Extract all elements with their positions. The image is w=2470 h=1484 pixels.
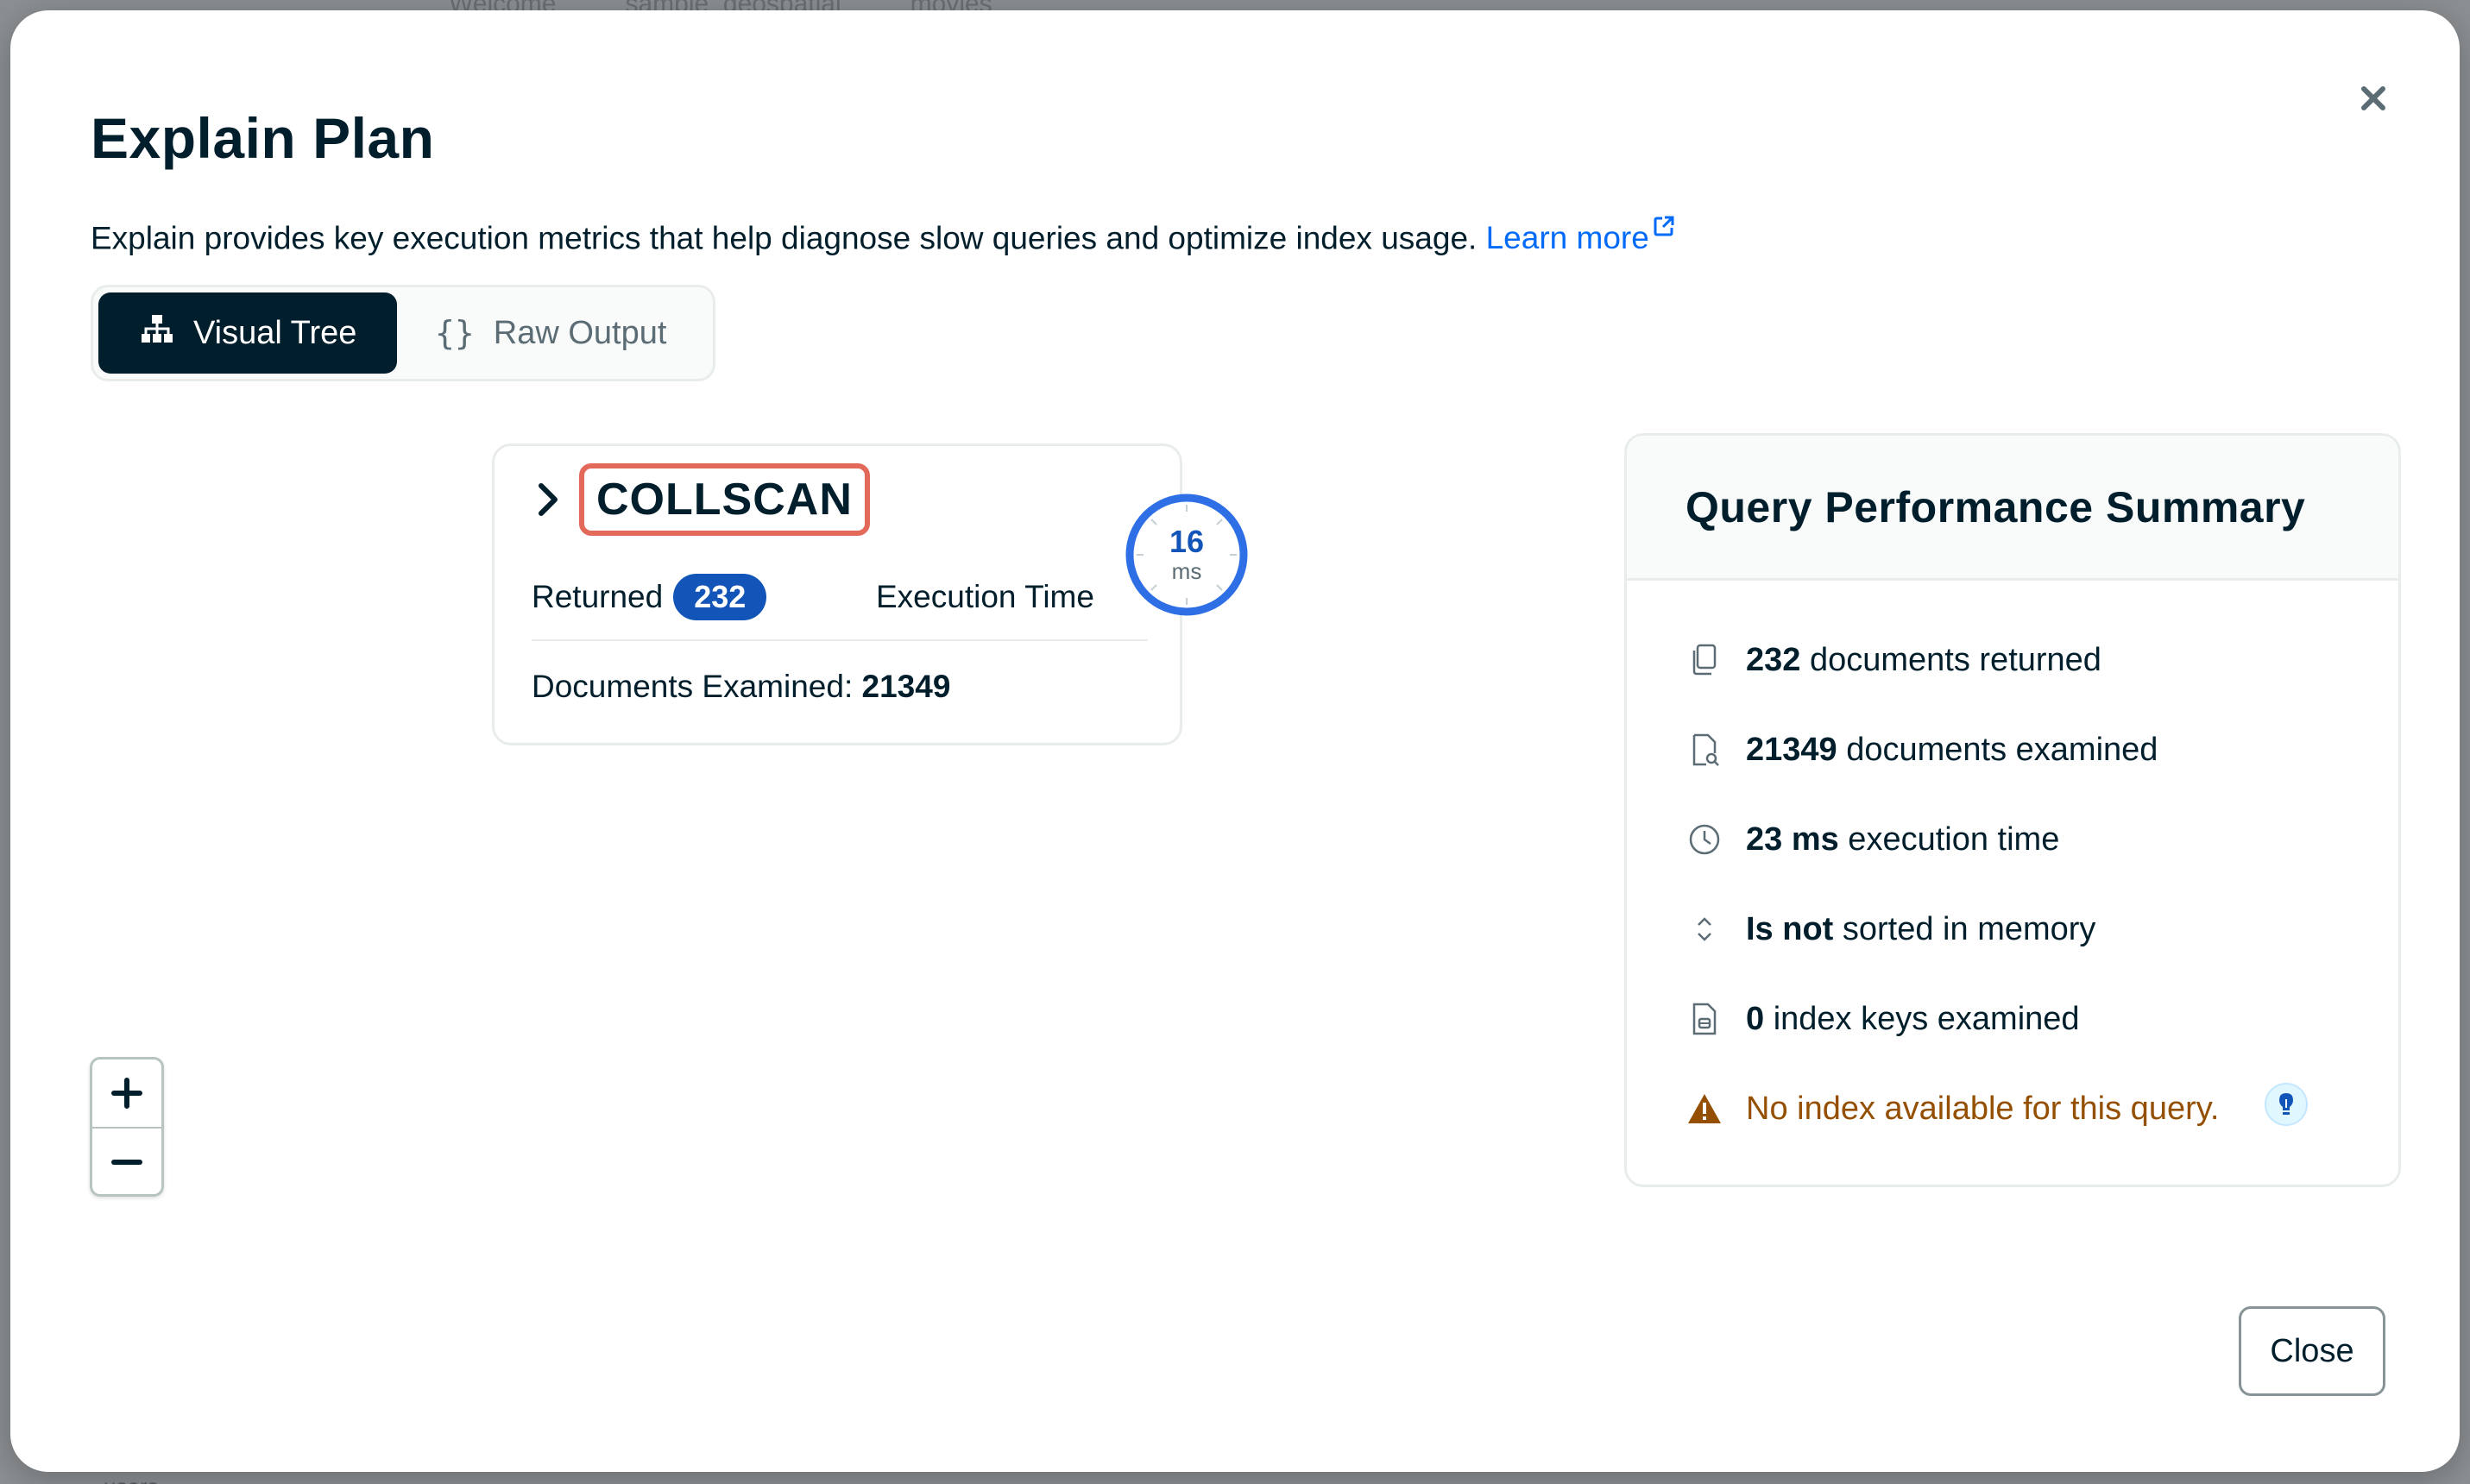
warning-text: No index available for this query.: [1746, 1090, 2220, 1127]
execution-time-label: Execution Time: [876, 579, 1094, 614]
modal-title: Explain Plan: [91, 106, 435, 170]
summary-text: 23 ms execution time: [1746, 821, 2059, 858]
summary-item: 23 ms execution time: [1686, 795, 2309, 884]
plus-icon: [111, 1078, 142, 1109]
summary-text: 232 documents returned: [1746, 642, 2101, 679]
summary-label: documents returned: [1800, 641, 2101, 678]
execution-timer: 16 ms: [1125, 493, 1249, 617]
summary-value: Is not: [1746, 910, 1834, 947]
summary-item: 232 documents returned: [1686, 615, 2309, 705]
background-sidebar-item: users: [104, 1474, 233, 1484]
visual-tree-label: Visual Tree: [193, 314, 357, 351]
minus-icon: [111, 1160, 142, 1165]
code-braces-icon: {}: [435, 314, 475, 352]
summary-item: 21349 documents examined: [1686, 705, 2309, 795]
returned-badge: 232: [673, 574, 767, 620]
zoom-controls: [90, 1057, 164, 1197]
timer-readout: 16 ms: [1125, 493, 1249, 617]
summary-header: Query Performance Summary: [1627, 436, 2398, 581]
zoom-in-button[interactable]: [92, 1060, 161, 1127]
timer-unit: ms: [1171, 558, 1202, 584]
returned-label: Returned: [532, 579, 664, 614]
visual-tree-tab[interactable]: Visual Tree: [98, 292, 397, 374]
summary-text: 21349 documents examined: [1746, 732, 2158, 769]
stage-divider: [532, 639, 1148, 641]
stage-card: COLLSCAN Returned 232 Execution Time 16 …: [492, 443, 1248, 745]
summary-text: 0 index keys examined: [1746, 1001, 2080, 1038]
modal-description: Explain provides key execution metrics t…: [91, 209, 1675, 256]
timer-value: 16: [1169, 524, 1205, 559]
lightbulb-icon[interactable]: [2264, 1082, 2309, 1135]
summary-label: execution time: [1838, 821, 2060, 858]
description-text: Explain provides key execution metrics t…: [91, 220, 1478, 256]
raw-output-label: Raw Output: [493, 314, 667, 351]
copy-icon: [1686, 641, 1723, 679]
tree-icon: [140, 313, 174, 353]
summary-value: 0: [1746, 1000, 1765, 1037]
zoom-out-button[interactable]: [92, 1129, 161, 1196]
summary-value: 232: [1746, 641, 1801, 678]
stage-header: COLLSCAN: [532, 463, 870, 536]
summary-value: 23 ms: [1746, 821, 1839, 858]
close-button[interactable]: Close: [2239, 1306, 2385, 1396]
summary-text: Is not sorted in memory: [1746, 911, 2095, 948]
learn-more-label: Learn more: [1485, 220, 1649, 256]
view-toggle: Visual Tree {} Raw Output: [91, 285, 715, 381]
summary-list: 232 documents returned 21349 documents e…: [1686, 615, 2309, 1154]
learn-more-link[interactable]: Learn more: [1485, 216, 1675, 256]
documents-examined-label: Documents Examined:: [532, 669, 854, 704]
summary-title: Query Performance Summary: [1686, 482, 2306, 531]
file-search-icon: [1686, 731, 1723, 769]
summary-label: documents examined: [1837, 731, 2158, 768]
stage-name: COLLSCAN: [579, 463, 870, 536]
returned-row: Returned 232: [532, 574, 767, 620]
summary-label: sorted in memory: [1833, 910, 2096, 947]
summary-value: 21349: [1746, 731, 1837, 768]
raw-output-tab[interactable]: {} Raw Output: [397, 292, 666, 374]
summary-label: index keys examined: [1764, 1000, 2080, 1037]
chevron-right-icon[interactable]: [532, 478, 564, 521]
documents-examined: Documents Examined: 21349: [532, 669, 950, 705]
sort-icon: [1686, 910, 1723, 948]
close-icon[interactable]: [2354, 79, 2392, 117]
summary-warning: No index available for this query.: [1686, 1064, 2309, 1154]
clock-icon: [1686, 821, 1723, 858]
summary-item: 0 index keys examined: [1686, 974, 2309, 1064]
index-file-icon: [1686, 1000, 1723, 1038]
warning-icon: [1686, 1090, 1723, 1128]
external-link-icon: [1653, 209, 1675, 245]
query-performance-summary: Query Performance Summary 232 documents …: [1624, 433, 2401, 1187]
summary-item: Is not sorted in memory: [1686, 884, 2309, 974]
explain-plan-modal: Explain Plan Explain provides key execut…: [10, 10, 2460, 1472]
documents-examined-value: 21349: [861, 669, 951, 704]
